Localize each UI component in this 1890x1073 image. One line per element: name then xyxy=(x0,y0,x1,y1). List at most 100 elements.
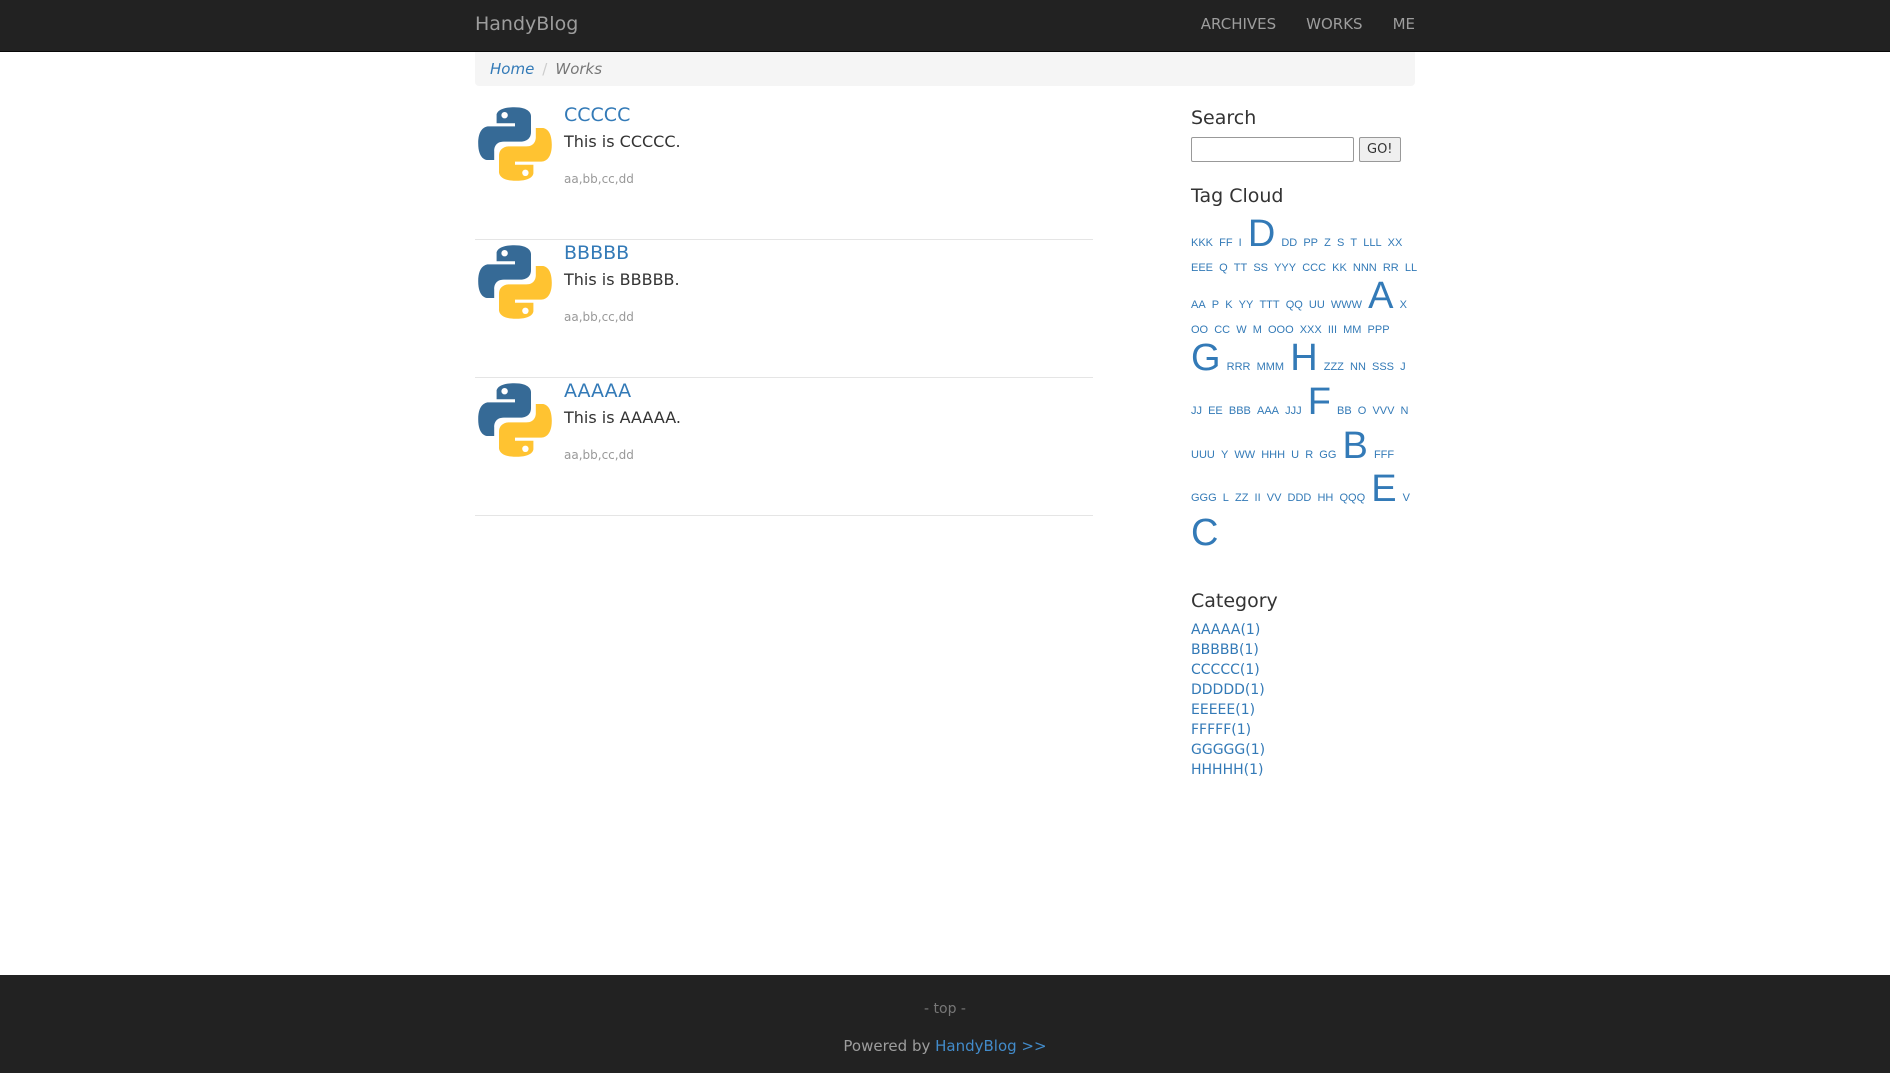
python-logo-icon[interactable] xyxy=(475,380,555,460)
tag-cloud-link[interactable]: ZZZ xyxy=(1324,361,1344,373)
tag-cloud-link[interactable]: TTT xyxy=(1259,299,1279,311)
tag-cloud-link[interactable]: YYY xyxy=(1274,262,1296,274)
category-link[interactable]: AAAAA(1) xyxy=(1191,622,1260,638)
tag-cloud-link[interactable]: YY xyxy=(1239,299,1254,311)
tag-cloud-link[interactable]: XX xyxy=(1388,237,1403,249)
tag-cloud-link[interactable]: XXX xyxy=(1300,324,1322,336)
tag-cloud-link[interactable]: VV xyxy=(1267,492,1282,504)
tag-cloud-link[interactable]: FFF xyxy=(1374,449,1394,461)
post-title-link[interactable]: BBBBB xyxy=(564,242,680,264)
tag-cloud-link[interactable]: AA xyxy=(1191,299,1206,311)
nav-me-link[interactable]: ME xyxy=(1393,15,1415,33)
back-to-top-link[interactable]: - top - xyxy=(0,1001,1890,1017)
tag-cloud-link[interactable]: QQ xyxy=(1286,299,1303,311)
nav-archives-link[interactable]: ARCHIVES xyxy=(1201,15,1276,33)
tag-cloud-link[interactable]: JJ xyxy=(1191,405,1202,417)
tag-cloud-link[interactable]: NN xyxy=(1350,361,1366,373)
tag-cloud-link[interactable]: OOO xyxy=(1268,324,1294,336)
powered-by-link[interactable]: HandyBlog >> xyxy=(935,1037,1046,1055)
tag-cloud-link[interactable]: J xyxy=(1400,361,1406,373)
tag-cloud-link[interactable]: Z xyxy=(1324,237,1331,249)
tag-cloud-link[interactable]: TT xyxy=(1234,262,1247,274)
tag-cloud-link[interactable]: CCC xyxy=(1302,262,1326,274)
tag-cloud-link[interactable]: M xyxy=(1253,324,1262,336)
post-title-link[interactable]: AAAAA xyxy=(564,380,681,402)
tag-cloud-link[interactable]: EE xyxy=(1208,405,1223,417)
tag-cloud-link[interactable]: CC xyxy=(1214,324,1230,336)
tag-cloud-link[interactable]: UUU xyxy=(1191,449,1215,461)
post-title-link[interactable]: CCCCC xyxy=(564,104,681,126)
tag-cloud-link[interactable]: T xyxy=(1350,237,1357,249)
tag-cloud-link[interactable]: EEE xyxy=(1191,262,1213,274)
category-link[interactable]: FFFFF(1) xyxy=(1191,722,1251,738)
category-link[interactable]: EEEEE(1) xyxy=(1191,702,1255,718)
category-link[interactable]: CCCCC(1) xyxy=(1191,662,1260,678)
tag-cloud-link[interactable]: KKK xyxy=(1191,237,1213,249)
tag-cloud-link[interactable]: PPP xyxy=(1368,324,1390,336)
tag-cloud-link[interactable]: GGG xyxy=(1191,492,1217,504)
tag-cloud-link[interactable]: K xyxy=(1225,299,1232,311)
tag-cloud-link[interactable]: III xyxy=(1328,324,1337,336)
tag-cloud-link[interactable]: O xyxy=(1358,405,1367,417)
tag-cloud-link[interactable]: MM xyxy=(1343,324,1361,336)
tag-cloud-link[interactable]: II xyxy=(1255,492,1261,504)
tag-cloud-link[interactable]: DDD xyxy=(1288,492,1312,504)
tag-cloud-link[interactable]: MMM xyxy=(1257,361,1285,373)
tag-cloud-link[interactable]: S xyxy=(1337,237,1344,249)
tag-cloud-link[interactable]: D xyxy=(1248,213,1275,255)
python-logo-icon[interactable] xyxy=(475,242,555,322)
category-link[interactable]: HHHHH(1) xyxy=(1191,762,1263,778)
tag-cloud-link[interactable]: QQQ xyxy=(1339,492,1365,504)
tag-cloud-link[interactable]: PP xyxy=(1303,237,1318,249)
tag-cloud-link[interactable]: ZZ xyxy=(1235,492,1248,504)
nav-works-link[interactable]: WORKS xyxy=(1306,15,1362,33)
tag-cloud-link[interactable]: HH xyxy=(1317,492,1333,504)
tag-cloud-link[interactable]: RR xyxy=(1383,262,1399,274)
tag-cloud-link[interactable]: WWW xyxy=(1331,299,1362,311)
tag-cloud-link[interactable]: KK xyxy=(1332,262,1347,274)
tag-cloud-link[interactable]: SSS xyxy=(1372,361,1394,373)
breadcrumb-home-link[interactable]: Home xyxy=(490,60,534,78)
tag-cloud-link[interactable]: JJJ xyxy=(1285,405,1302,417)
tag-cloud-link[interactable]: G xyxy=(1191,337,1221,379)
search-go-button[interactable]: GO! xyxy=(1359,137,1401,162)
tag-cloud-link[interactable]: H xyxy=(1290,337,1317,379)
tag-cloud-link[interactable]: W xyxy=(1236,324,1246,336)
tag-cloud-link[interactable]: X xyxy=(1400,299,1407,311)
tag-cloud-link[interactable]: SS xyxy=(1253,262,1268,274)
tag-cloud-link[interactable]: LL xyxy=(1405,262,1417,274)
tag-cloud-link[interactable]: LLL xyxy=(1363,237,1381,249)
python-logo-icon[interactable] xyxy=(475,104,555,184)
search-input[interactable] xyxy=(1191,137,1354,162)
tag-cloud-link[interactable]: A xyxy=(1368,275,1393,317)
tag-cloud-link[interactable]: RRR xyxy=(1227,361,1251,373)
category-link[interactable]: BBBBB(1) xyxy=(1191,642,1259,658)
tag-cloud-link[interactable]: Y xyxy=(1221,449,1228,461)
tag-cloud-link[interactable]: GG xyxy=(1319,449,1336,461)
tag-cloud-link[interactable]: U xyxy=(1291,449,1299,461)
category-link[interactable]: DDDDD(1) xyxy=(1191,682,1265,698)
tag-cloud-link[interactable]: BB xyxy=(1337,405,1352,417)
tag-cloud-link[interactable]: DD xyxy=(1281,237,1297,249)
tag-cloud-link[interactable]: BBB xyxy=(1229,405,1251,417)
tag-cloud-link[interactable]: V xyxy=(1403,492,1410,504)
tag-cloud-link[interactable]: NNN xyxy=(1353,262,1377,274)
brand-link[interactable]: HandyBlog xyxy=(475,13,578,35)
tag-cloud-link[interactable]: AAA xyxy=(1257,405,1279,417)
tag-cloud-link[interactable]: L xyxy=(1223,492,1229,504)
tag-cloud-link[interactable]: I xyxy=(1239,237,1242,249)
tag-cloud-link[interactable]: UU xyxy=(1309,299,1325,311)
tag-cloud-link[interactable]: C xyxy=(1191,512,1218,554)
tag-cloud-link[interactable]: B xyxy=(1342,425,1367,467)
tag-cloud-link[interactable]: N xyxy=(1401,405,1409,417)
tag-cloud-link[interactable]: FF xyxy=(1219,237,1232,249)
tag-cloud-link[interactable]: Q xyxy=(1219,262,1228,274)
tag-cloud-link[interactable]: WW xyxy=(1234,449,1255,461)
category-link[interactable]: GGGGG(1) xyxy=(1191,742,1265,758)
tag-cloud-link[interactable]: VVV xyxy=(1372,405,1394,417)
tag-cloud-link[interactable]: HHH xyxy=(1261,449,1285,461)
tag-cloud-link[interactable]: P xyxy=(1212,299,1219,311)
tag-cloud-link[interactable]: E xyxy=(1371,468,1396,510)
tag-cloud-link[interactable]: R xyxy=(1305,449,1313,461)
tag-cloud-link[interactable]: F xyxy=(1308,381,1331,423)
